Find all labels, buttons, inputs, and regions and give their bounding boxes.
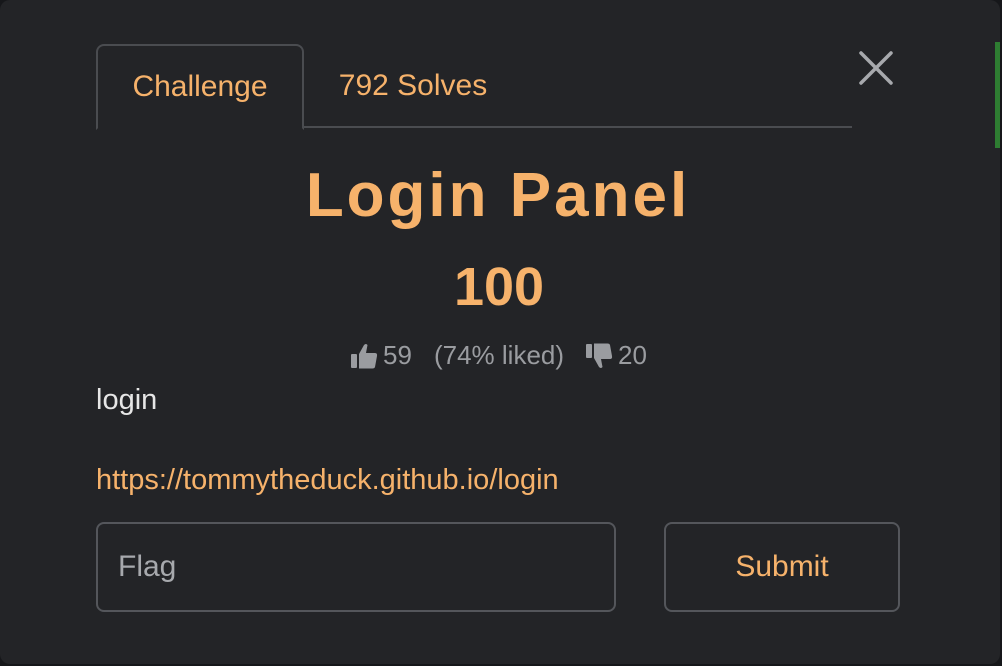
flag-input[interactable] (96, 522, 616, 612)
thumbs-up-icon[interactable] (349, 341, 379, 371)
challenge-title: Login Panel (305, 161, 691, 230)
challenge-modal: Challenge 792 Solves Login Panel 100 59 … (0, 0, 1000, 664)
tab-challenge[interactable]: Challenge (96, 44, 304, 130)
tab-solves[interactable]: 792 Solves (318, 44, 508, 128)
tab-challenge-label: Challenge (132, 70, 268, 103)
liked-percentage: (74% liked) (433, 340, 565, 370)
rating-row: 59 (74% liked) 20 (0, 340, 996, 371)
close-button[interactable] (856, 48, 896, 88)
challenge-description: login (96, 384, 158, 416)
tab-solves-label: 792 Solves (338, 69, 488, 102)
like-count: 59 (383, 340, 412, 370)
close-icon (859, 51, 893, 85)
accent-strip (995, 42, 1000, 148)
dislike-count: 20 (618, 340, 647, 370)
challenge-points: 100 (453, 257, 545, 317)
submit-button[interactable]: Submit (664, 522, 900, 612)
thumbs-down-icon[interactable] (584, 341, 614, 371)
tab-bar: Challenge 792 Solves (96, 44, 852, 130)
challenge-link[interactable]: https://tommytheduck.github.io/login (96, 464, 559, 497)
